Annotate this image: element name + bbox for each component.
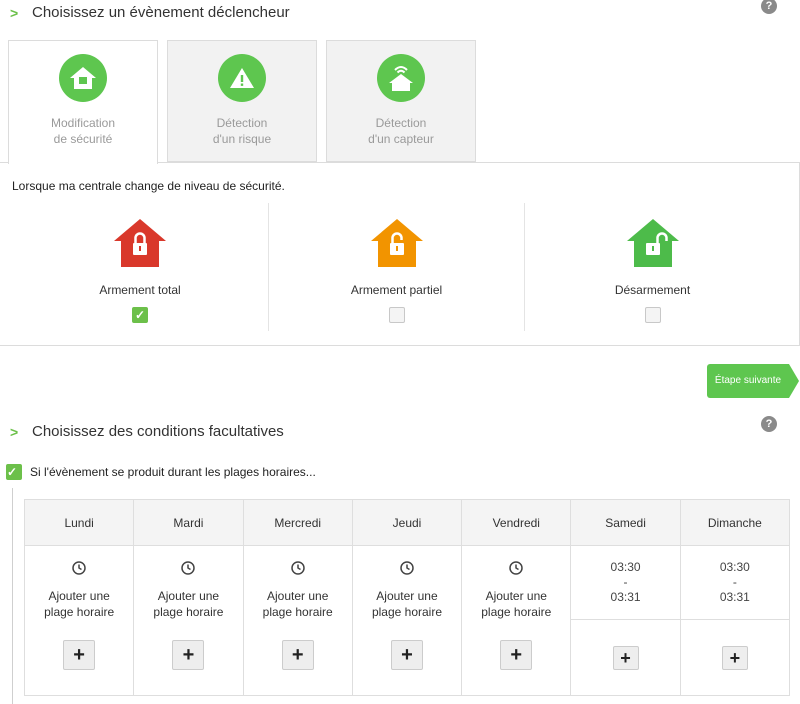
locked-house-icon [112,215,168,271]
tab-sensor-detection[interactable]: Détection d'un capteur [326,40,476,162]
add-slot-label: Ajouter une plage horaire [262,589,333,619]
time-condition-checkbox[interactable]: ✓ [6,464,22,480]
trigger-tabs: Modification de sécurité Détection d'un … [8,40,485,164]
schedule-body-row: Ajouter une plage horaire + Ajouter une … [23,545,791,696]
conditions-section-title: > Choisissez des conditions facultatives [10,423,284,440]
warning-icon [218,54,266,102]
trigger-section-title: > Choisissez un évènement déclencheur [10,4,290,21]
add-slot-button[interactable]: + [612,646,639,670]
chevron-right-icon: > [10,423,19,440]
add-slot-button[interactable]: + [172,640,205,670]
divider [12,488,13,704]
clock-icon [71,560,87,576]
level-label: Désarmement [614,283,691,297]
level-checkbox-full[interactable]: ✓ [132,307,148,323]
level-label: Armement partiel [350,283,443,297]
time-slot[interactable]: 03:30 - 03:31 [571,560,679,605]
trigger-title-text: Choisissez un évènement déclencheur [32,4,290,21]
add-slot-label: Ajouter une plage horaire [153,589,224,619]
help-icon[interactable]: ? [761,416,777,432]
add-slot-button[interactable]: + [721,646,748,670]
clock-icon [399,560,415,576]
add-slot-area: + [680,619,789,695]
add-slot-button[interactable]: + [63,640,96,670]
day-cell-vendredi: Ajouter une plage horaire + [461,545,572,696]
time-slot[interactable]: 03:30 - 03:31 [681,560,789,605]
clock-icon [180,560,196,576]
level-checkbox-partial[interactable] [388,307,405,323]
level-disarm: Désarmement [524,203,780,331]
add-slot-label: Ajouter une plage horaire [481,589,552,619]
clock-icon [290,560,306,576]
add-slot-label: Ajouter une plage horaire [44,589,115,619]
tab-label: Détection d'un risque [212,116,272,146]
schedule-header-row: Lundi Mardi Mercredi Jeudi Vendredi Same… [23,499,791,546]
conditions-title-text: Choisissez des conditions facultatives [32,423,284,440]
add-slot-label: Ajouter une plage horaire [371,589,443,619]
tab-label: Détection d'un capteur [368,116,434,146]
add-slot-button[interactable]: + [281,640,314,670]
level-checkbox-disarm[interactable] [644,307,661,323]
day-header: Lundi [23,499,135,546]
day-cell-dimanche: 03:30 - 03:31 + [679,545,791,696]
next-step-label: Étape suivante [707,364,789,398]
day-cell-jeudi: Ajouter une plage horaire + [351,545,463,696]
unlocked-house-icon [369,215,425,271]
tab-security-change[interactable]: Modification de sécurité [8,40,158,164]
day-cell-lundi: Ajouter une plage horaire + [23,545,135,696]
day-header: Dimanche [679,499,791,546]
day-cell-samedi: 03:30 - 03:31 + [570,545,681,696]
house-icon [59,54,107,102]
level-label: Armement total [99,283,181,297]
chevron-right-icon: > [10,4,19,21]
open-lock-house-icon [625,215,681,271]
sensor-house-icon [377,54,425,102]
add-slot-area: + [571,619,680,695]
day-cell-mardi: Ajouter une plage horaire + [133,545,244,696]
day-header: Samedi [570,499,681,546]
schedule-table: Lundi Mardi Mercredi Jeudi Vendredi Same… [23,499,791,696]
time-condition-row: ✓ Si l'évènement se produit durant les p… [6,464,316,480]
day-header: Mardi [133,499,244,546]
arrow-tip [789,364,799,398]
day-header: Vendredi [461,499,572,546]
time-condition-label: Si l'évènement se produit durant les pla… [30,465,316,479]
tab-risk-detection[interactable]: Détection d'un risque [167,40,317,162]
help-icon[interactable]: ? [761,0,777,14]
day-cell-mercredi: Ajouter une plage horaire + [242,545,353,696]
tab-label: Modification de sécurité [50,116,116,146]
security-level-panel: Lorsque ma centrale change de niveau de … [0,162,800,346]
day-header: Jeudi [351,499,463,546]
day-header: Mercredi [242,499,353,546]
add-slot-button[interactable]: + [390,640,423,670]
clock-icon [508,560,524,576]
level-full-arm: Armement total ✓ [12,203,268,331]
add-slot-button[interactable]: + [500,640,533,670]
level-partial-arm: Armement partiel [268,203,524,331]
trigger-description: Lorsque ma centrale change de niveau de … [12,179,285,193]
next-step-button[interactable]: Étape suivante [707,364,800,398]
